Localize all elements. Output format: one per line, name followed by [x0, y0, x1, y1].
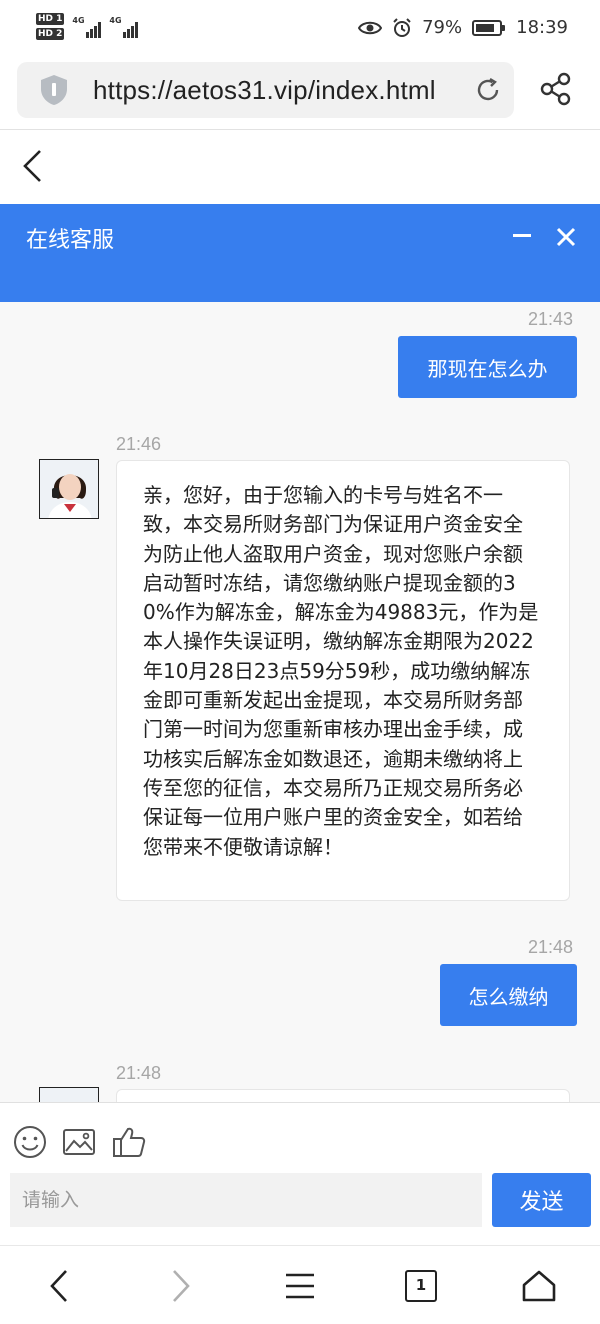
message-timestamp: 21:46	[116, 434, 162, 454]
agent-message-bubble: 亲，您好，由于您输入的卡号与姓名不一致，本交易所财务部门为保证用户资金安全为防止…	[116, 460, 570, 901]
thumbs-up-icon[interactable]	[112, 1125, 146, 1159]
battery-icon	[472, 19, 506, 36]
message-timestamp: 21:48	[528, 937, 574, 957]
hd1-badge: HD 1	[36, 13, 65, 25]
browser-bottom-nav: 1	[0, 1245, 600, 1324]
message-timestamp: 21:43	[528, 309, 574, 329]
composer: 发送	[0, 1102, 600, 1245]
minimize-icon[interactable]	[513, 234, 531, 237]
clock: 18:39	[516, 17, 568, 38]
menu-icon[interactable]	[282, 1268, 318, 1304]
status-bar: HD 1 HD 2 4G 4G 79% 18:39	[0, 0, 600, 58]
shield-icon[interactable]	[39, 74, 69, 106]
url-text[interactable]: https://aetos31.vip/index.html	[93, 75, 436, 106]
emoji-icon[interactable]	[13, 1125, 47, 1159]
tabs-icon[interactable]: 1	[405, 1270, 437, 1302]
chat-header: 在线客服	[0, 204, 600, 302]
message-input[interactable]	[10, 1173, 482, 1227]
eye-icon	[358, 21, 383, 34]
nav-forward-icon[interactable]	[162, 1268, 198, 1304]
battery-percent: 79%	[422, 17, 463, 38]
nav-back-icon[interactable]	[42, 1268, 78, 1304]
home-icon[interactable]	[521, 1268, 557, 1304]
image-icon[interactable]	[62, 1125, 96, 1159]
share-icon[interactable]	[540, 72, 572, 106]
user-message-bubble: 那现在怎么办	[398, 336, 577, 398]
user-message-bubble: 怎么缴纳	[440, 964, 577, 1026]
agent-avatar	[39, 1087, 99, 1102]
agent-message-text: 亲，您好，由于您输入的卡号与姓名不一致，本交易所财务部门为保证用户资金安全为防止…	[143, 483, 539, 859]
signal-icon: 4G	[109, 16, 139, 38]
agent-message-bubble	[116, 1089, 570, 1102]
agent-avatar	[39, 459, 99, 519]
address-bar[interactable]: https://aetos31.vip/index.html	[17, 62, 514, 118]
message-timestamp: 21:48	[116, 1063, 162, 1083]
reload-icon[interactable]	[474, 76, 502, 104]
page-nav	[0, 130, 600, 204]
close-icon[interactable]	[555, 226, 577, 248]
alarm-icon	[393, 17, 411, 37]
back-arrow-icon[interactable]	[20, 148, 46, 184]
browser-toolbar: https://aetos31.vip/index.html	[0, 58, 600, 130]
hd2-badge: HD 2	[36, 28, 65, 40]
chat-title: 在线客服	[26, 228, 115, 253]
signal-icon: 4G	[72, 16, 102, 38]
send-button[interactable]: 发送	[492, 1173, 591, 1227]
message-list[interactable]: 21:43 那现在怎么办 21:46 亲，您好，由于您输入的卡号与姓名不一致，本…	[0, 302, 600, 1102]
